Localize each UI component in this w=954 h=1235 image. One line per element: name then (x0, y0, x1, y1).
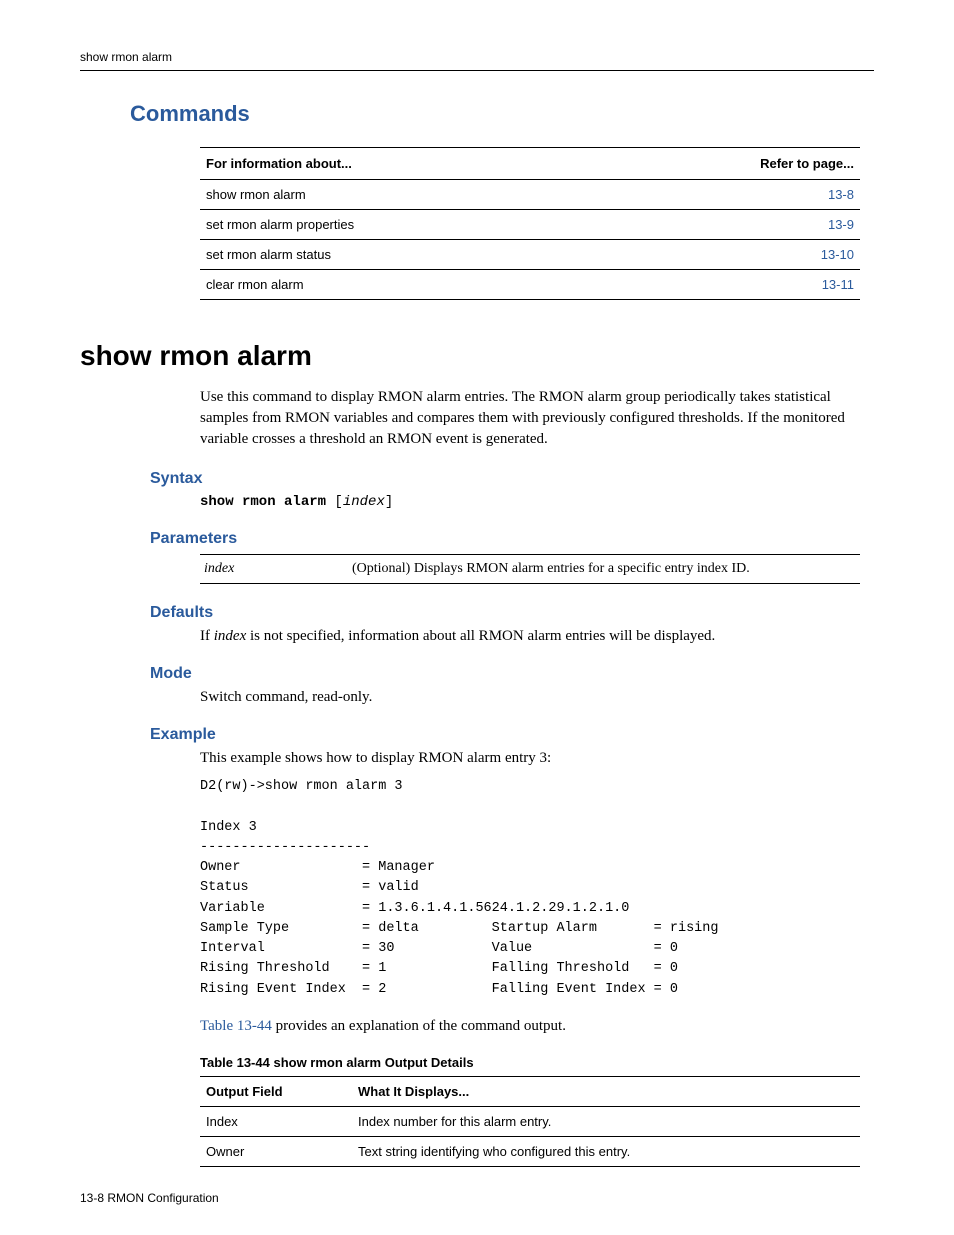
table-row: show rmon alarm 13-8 (200, 180, 860, 210)
mode-text: Switch command, read-only. (200, 689, 874, 706)
page-footer: 13-8 RMON Configuration (80, 1191, 219, 1205)
cmd-page-link[interactable]: 13-11 (597, 270, 860, 300)
output-table-caption: Table 13-44 show rmon alarm Output Detai… (200, 1055, 874, 1070)
example-after: Table 13-44 provides an explanation of t… (200, 1018, 874, 1035)
example-heading: Example (150, 726, 874, 744)
output-table-head-field: Output Field (200, 1076, 352, 1106)
syntax-heading: Syntax (150, 470, 874, 488)
param-desc: (Optional) Displays RMON alarm entries f… (348, 555, 860, 584)
defaults-post: is not specified, information about all … (246, 628, 715, 644)
output-desc: Index number for this alarm entry. (352, 1106, 860, 1136)
table-ref-link[interactable]: Table 13-44 (200, 1018, 272, 1034)
example-intro: This example shows how to display RMON a… (200, 750, 874, 767)
output-field: Owner (200, 1136, 352, 1166)
cmd-name: set rmon alarm properties (200, 210, 597, 240)
output-table-head-desc: What It Displays... (352, 1076, 860, 1106)
page: show rmon alarm Commands For information… (0, 0, 954, 1235)
defaults-heading: Defaults (150, 604, 874, 622)
syntax-bracket-open: [ (326, 494, 343, 510)
table-row: Index Index number for this alarm entry. (200, 1106, 860, 1136)
table-row: index (Optional) Displays RMON alarm ent… (200, 555, 860, 584)
table-row: set rmon alarm status 13-10 (200, 240, 860, 270)
syntax-command: show rmon alarm (200, 494, 326, 510)
cmd-page-link[interactable]: 13-10 (597, 240, 860, 270)
running-head: show rmon alarm (80, 50, 874, 71)
syntax-bracket-close: ] (385, 494, 393, 510)
syntax-param: index (343, 494, 385, 510)
table-row: clear rmon alarm 13-11 (200, 270, 860, 300)
defaults-text: If index is not specified, information a… (200, 628, 874, 645)
mode-heading: Mode (150, 665, 874, 683)
table-row: Owner Text string identifying who config… (200, 1136, 860, 1166)
cmd-page-link[interactable]: 13-8 (597, 180, 860, 210)
parameters-table: index (Optional) Displays RMON alarm ent… (200, 554, 860, 584)
syntax-line: show rmon alarm [index] (200, 494, 874, 510)
output-desc: Text string identifying who configured t… (352, 1136, 860, 1166)
page-title: show rmon alarm (80, 340, 874, 372)
cmd-name: show rmon alarm (200, 180, 597, 210)
parameters-heading: Parameters (150, 530, 874, 548)
commands-table: For information about... Refer to page..… (200, 147, 860, 300)
cmd-page-link[interactable]: 13-9 (597, 210, 860, 240)
example-after-rest: provides an explanation of the command o… (272, 1018, 566, 1034)
output-field: Index (200, 1106, 352, 1136)
cmd-name: set rmon alarm status (200, 240, 597, 270)
cmd-name: clear rmon alarm (200, 270, 597, 300)
output-table: Output Field What It Displays... Index I… (200, 1076, 860, 1167)
example-output: D2(rw)->show rmon alarm 3 Index 3 ------… (200, 777, 874, 1000)
param-name: index (200, 555, 348, 584)
defaults-pre: If (200, 628, 214, 644)
commands-table-head-info: For information about... (200, 148, 597, 180)
commands-heading: Commands (130, 101, 874, 127)
table-row: set rmon alarm properties 13-9 (200, 210, 860, 240)
description-text: Use this command to display RMON alarm e… (200, 387, 874, 450)
defaults-em: index (214, 628, 246, 644)
commands-table-head-page: Refer to page... (597, 148, 860, 180)
